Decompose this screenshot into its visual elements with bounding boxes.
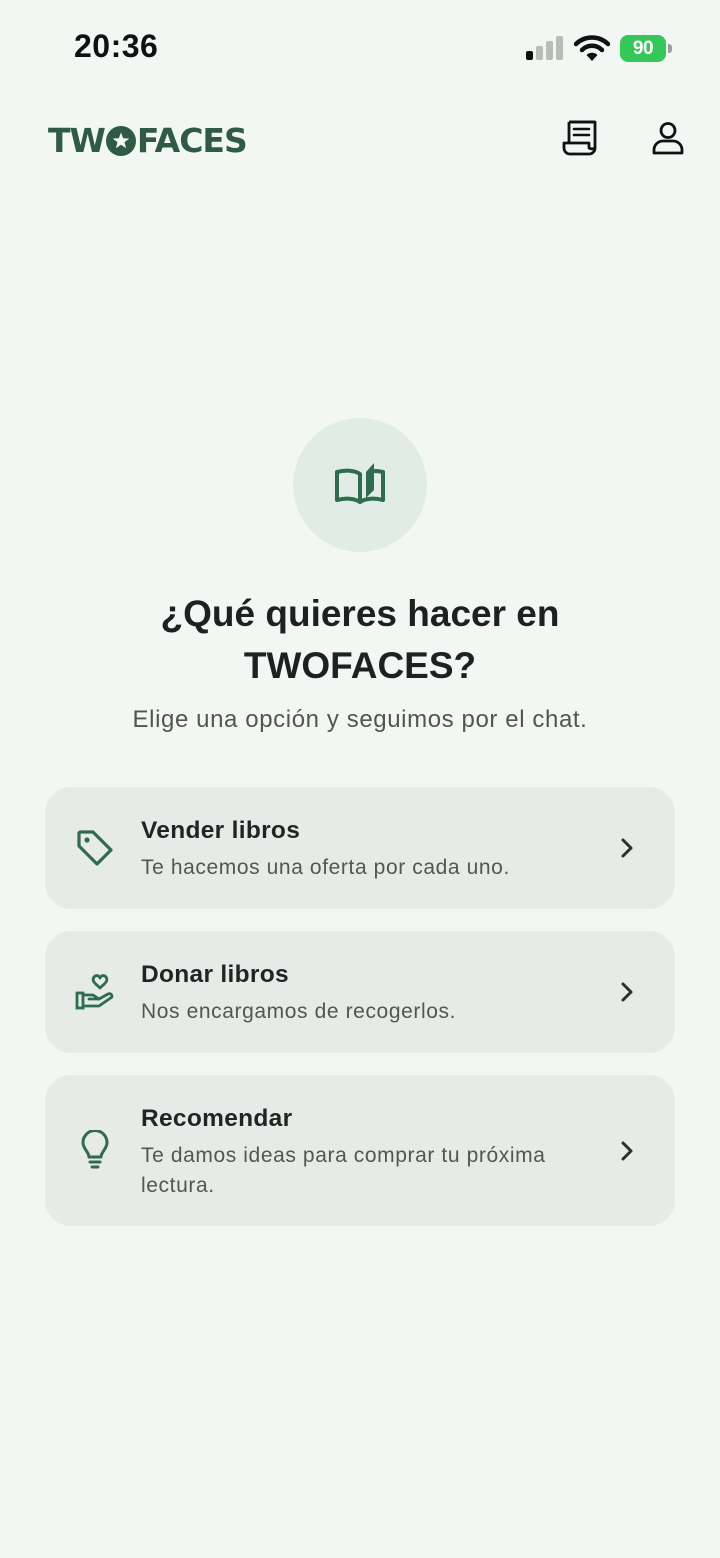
battery-level: 90 [620,35,666,62]
cellular-signal-icon [526,36,564,60]
profile-button[interactable] [646,118,690,162]
book-open-icon [333,460,387,511]
chevron-right-icon [615,836,639,860]
option-description: Nos encargamos de recogerlos. [141,1000,457,1023]
logo-text-right: FACES [136,120,248,160]
tag-icon [75,828,115,868]
app-header: TW FACES [0,100,720,180]
option-sell-books[interactable]: Vender libros Te hacemos una oferta por … [45,787,675,909]
page-title: ¿Qué quieres hacer en TWOFACES? [160,593,560,686]
chevron-right-icon [615,980,639,1004]
option-description: Te hacemos una oferta por cada uno. [141,856,510,879]
option-donate-books[interactable]: Donar libros Nos encargamos de recogerlo… [45,931,675,1053]
receipt-icon [560,118,600,163]
status-time: 20:36 [74,28,159,64]
user-icon [650,120,686,161]
lightbulb-icon [75,1130,115,1170]
logo-text-left: TW [48,120,106,160]
hero-book-badge [293,418,427,552]
battery-indicator: 90 [620,35,672,62]
battery-cap [668,44,672,53]
logo-star-icon [105,125,136,156]
hand-heart-icon [75,972,115,1012]
option-title: Recomendar [141,1105,293,1132]
page-subtitle: Elige una opción y seguimos por el chat. [132,706,588,733]
chevron-right-icon [615,1139,639,1163]
twofaces-logo[interactable]: TW FACES [48,118,248,162]
wifi-icon [573,34,611,62]
option-recommend[interactable]: Recomendar Te damos ideas para comprar t… [45,1075,675,1226]
status-bar: 20:36 90 [0,0,720,96]
option-title: Vender libros [141,817,301,844]
option-title: Donar libros [141,961,289,988]
orders-button[interactable] [558,118,602,162]
option-description: Te damos ideas para comprar tu próxima l… [141,1144,546,1197]
